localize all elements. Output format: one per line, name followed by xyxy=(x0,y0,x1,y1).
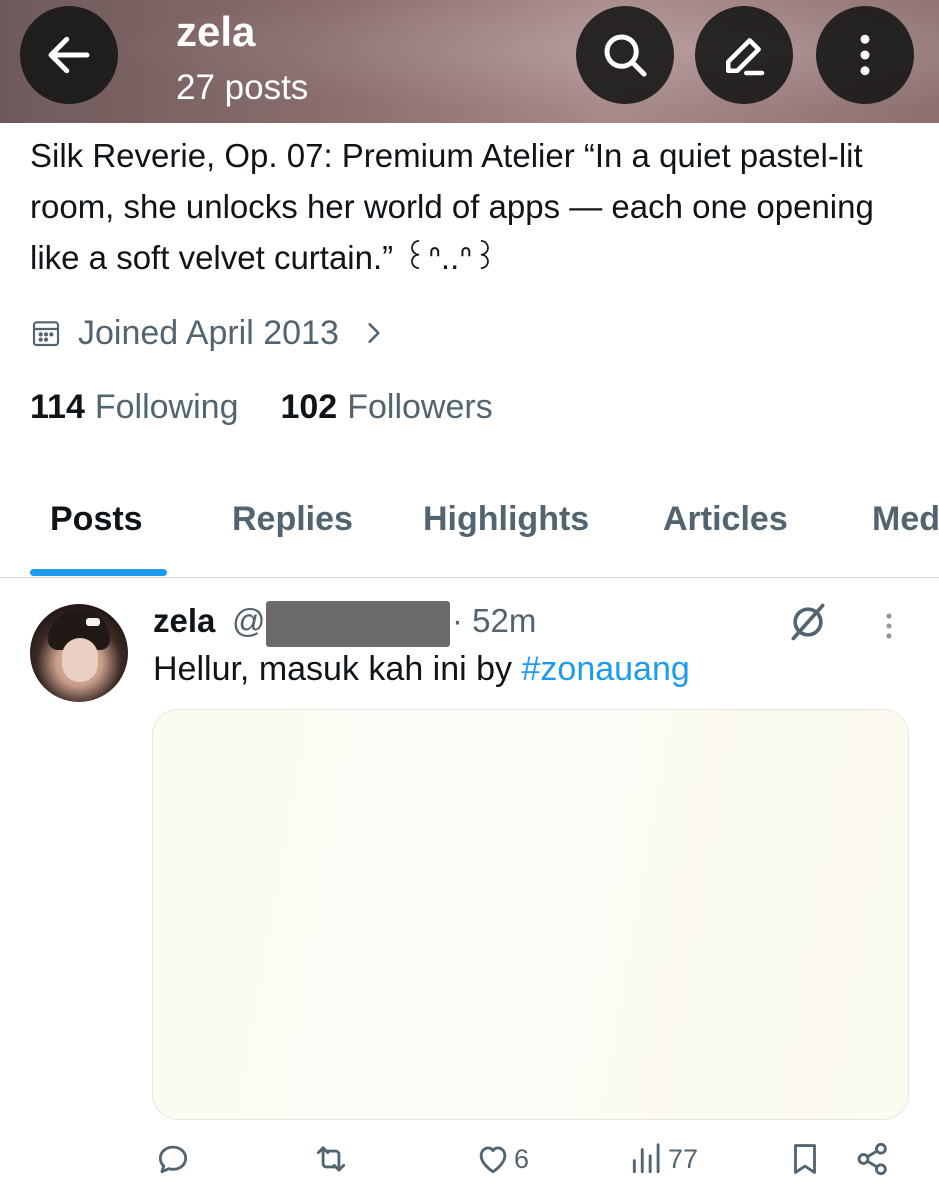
more-vertical-icon xyxy=(860,34,870,76)
share-icon xyxy=(857,1142,887,1176)
views-button[interactable]: 77 xyxy=(628,1140,698,1178)
redaction-box xyxy=(266,601,450,647)
tab-posts[interactable]: Posts xyxy=(50,500,143,539)
repost-icon xyxy=(316,1146,346,1172)
search-button[interactable] xyxy=(576,6,674,104)
back-arrow-icon xyxy=(48,36,90,74)
following-count: 114 xyxy=(30,388,85,426)
profile-header: zela 27 posts xyxy=(0,0,939,123)
chevron-right-icon xyxy=(368,323,380,343)
post-timestamp[interactable]: · 52m xyxy=(452,602,536,640)
views-icon xyxy=(632,1143,660,1174)
post-more-icon[interactable] xyxy=(872,606,906,646)
reply-button[interactable] xyxy=(154,1140,192,1178)
header-post-count: 27 posts xyxy=(176,68,309,107)
bookmark-button[interactable] xyxy=(786,1140,824,1178)
following-label: Following xyxy=(94,388,239,426)
post-media[interactable] xyxy=(152,709,909,1120)
profile-tabs: Posts Replies Highlights Articles Media xyxy=(0,490,939,578)
tab-highlights[interactable]: Highlights xyxy=(423,500,589,539)
tab-replies[interactable]: Replies xyxy=(232,500,353,539)
repost-button[interactable] xyxy=(312,1140,350,1178)
post-body: Hellur, masuk kah ini by xyxy=(153,650,522,688)
profile-bio: Silk Reverie, Op. 07: Premium Atelier “I… xyxy=(30,137,874,276)
follow-stats: 114 Following 102 Followers xyxy=(30,388,535,427)
post-author-name[interactable]: zela xyxy=(153,602,215,640)
calendar-icon xyxy=(32,321,60,347)
post-hashtag[interactable]: #zonauang xyxy=(522,650,690,688)
joined-date[interactable]: Joined April 2013 xyxy=(30,308,387,358)
joined-label: Joined April 2013 xyxy=(78,313,339,352)
post-text: Hellur, masuk kah ini by #zonauang xyxy=(153,650,690,689)
tab-media[interactable]: Media xyxy=(872,500,939,539)
post-actions: 6 77 xyxy=(0,1140,939,1190)
avatar[interactable] xyxy=(30,604,128,702)
bookmark-icon xyxy=(794,1144,816,1174)
like-icon xyxy=(479,1146,507,1174)
edit-button[interactable] xyxy=(695,6,793,104)
back-button[interactable] xyxy=(20,6,118,104)
like-count: 6 xyxy=(514,1143,530,1174)
tab-articles[interactable]: Articles xyxy=(663,500,788,539)
header-title: zela xyxy=(176,8,256,55)
followers-label: Followers xyxy=(347,388,493,426)
edit-icon xyxy=(726,38,765,76)
views-count: 77 xyxy=(668,1143,699,1174)
active-tab-indicator xyxy=(30,569,167,576)
share-button[interactable] xyxy=(854,1140,892,1178)
following-link[interactable]: 114 Following xyxy=(30,388,238,427)
followers-link[interactable]: 102 Followers xyxy=(280,388,492,427)
like-button[interactable]: 6 xyxy=(474,1140,529,1178)
grok-icon[interactable] xyxy=(786,600,830,644)
reply-icon xyxy=(158,1145,188,1174)
followers-count: 102 xyxy=(280,388,338,426)
search-icon xyxy=(604,34,647,77)
more-options-button[interactable] xyxy=(816,6,914,104)
